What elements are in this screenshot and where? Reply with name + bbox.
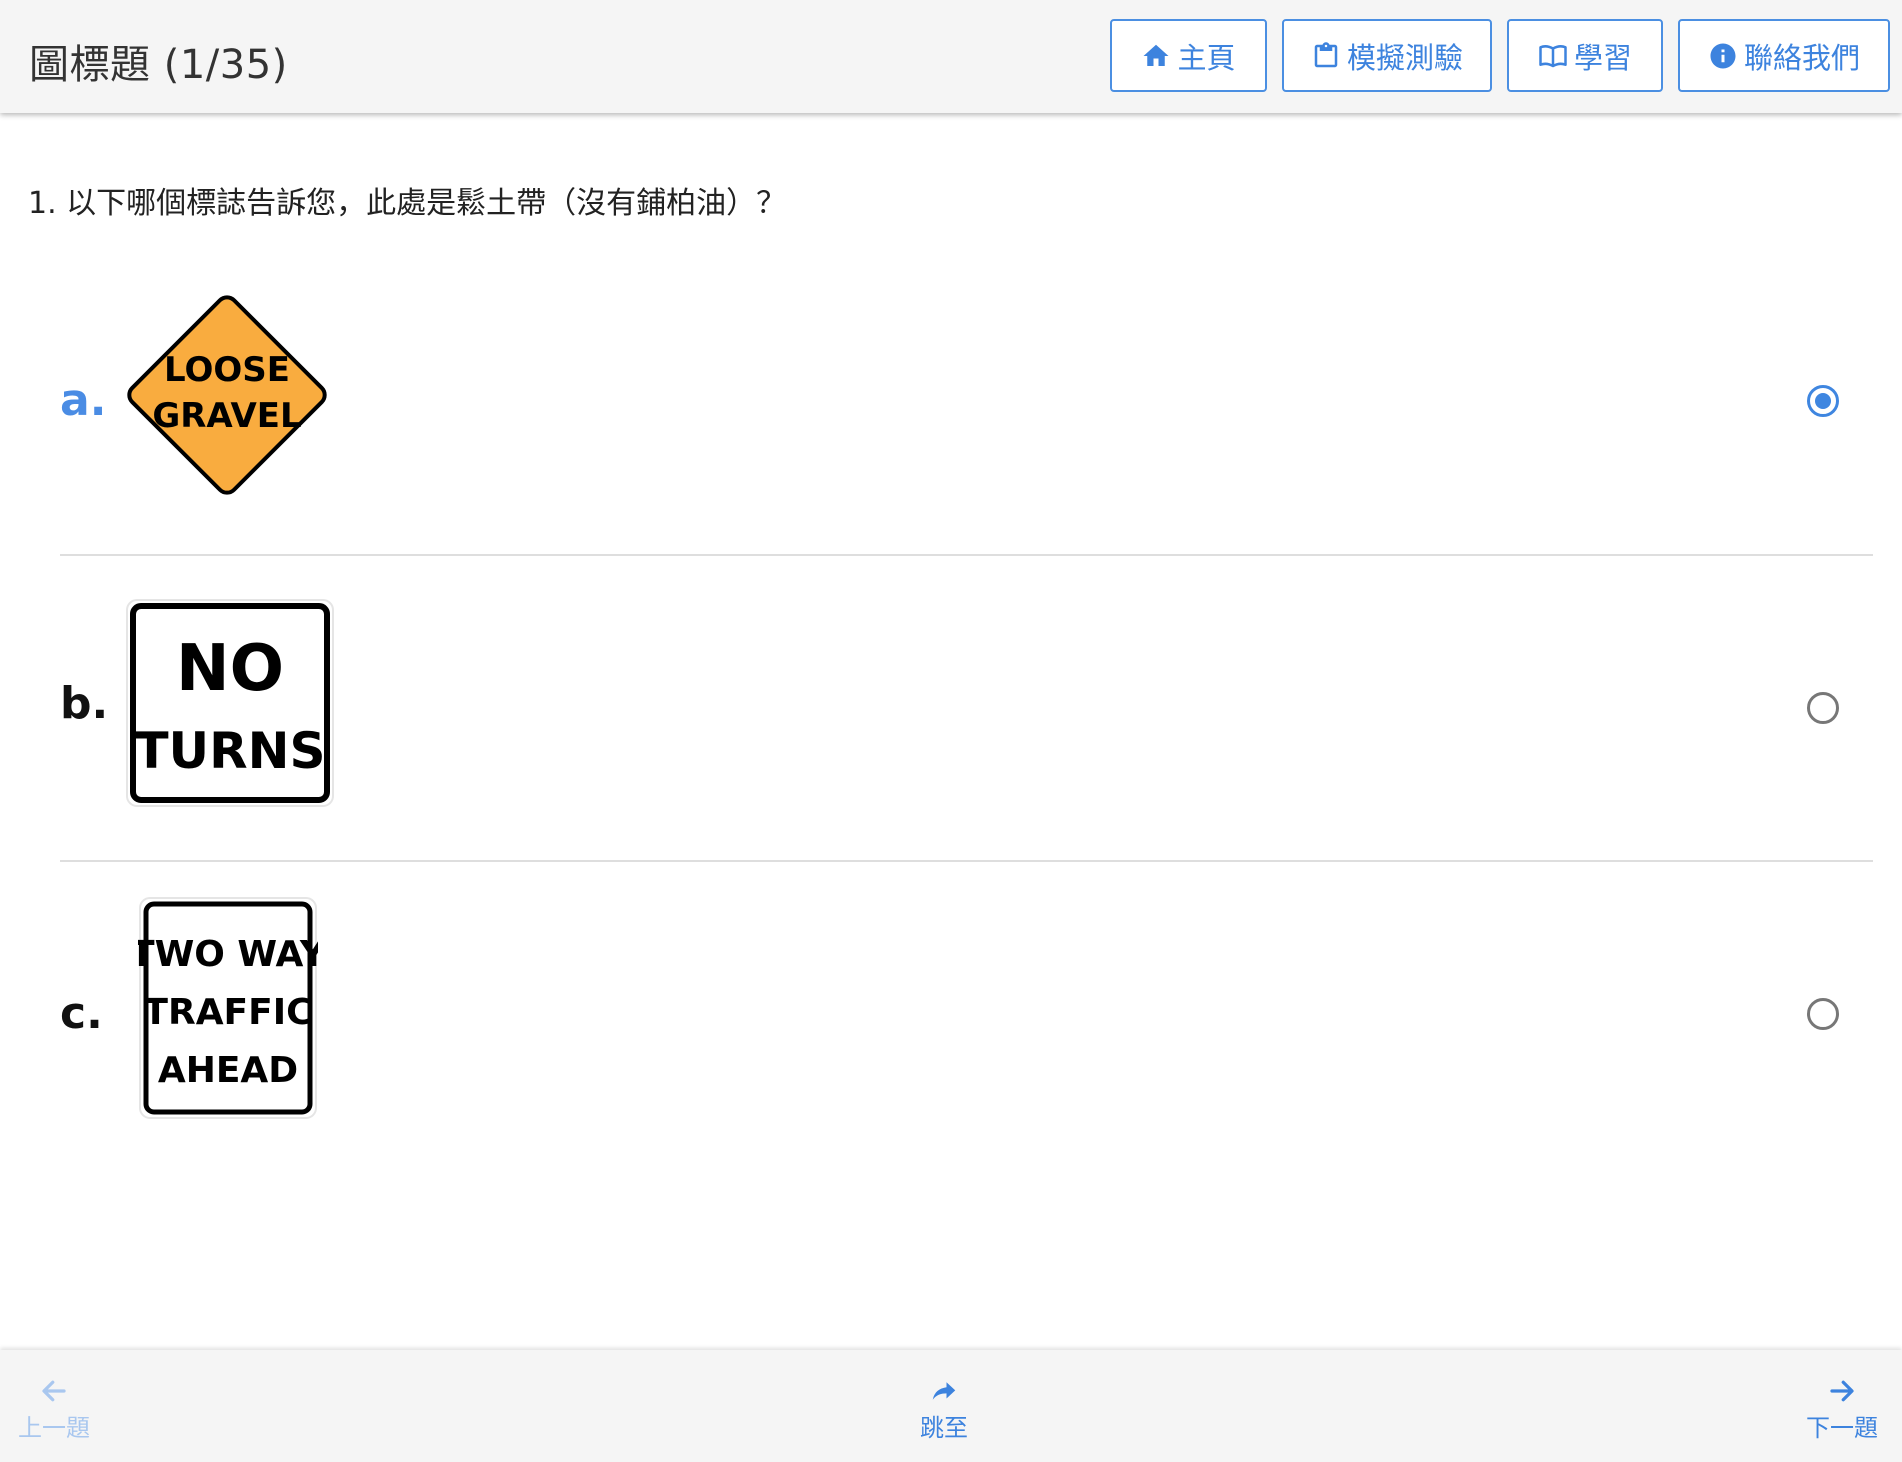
previous-question-button[interactable]: 上一題 <box>18 1376 90 1443</box>
sign-b-line-1: NO <box>176 632 284 706</box>
arrow-left-icon <box>42 1380 66 1402</box>
study-button-label: 學習 <box>1573 40 1632 75</box>
no-turns-sign: NO TURNS <box>125 598 335 812</box>
arrow-right-icon <box>1830 1380 1854 1402</box>
mock-test-button-label: 模擬測驗 <box>1346 40 1463 75</box>
mock-test-button[interactable]: 模擬測驗 <box>1282 19 1492 92</box>
sign-c-line-2: TRAFFIC <box>143 992 312 1033</box>
jump-to-label: 跳至 <box>920 1414 968 1442</box>
next-question-label: 下一題 <box>1806 1414 1878 1442</box>
sign-c-line-1: TWO WAY <box>138 934 318 975</box>
option-a[interactable]: a. LOOSE GRAVEL <box>60 255 1873 555</box>
home-icon <box>1143 44 1169 66</box>
bottom-nav: 上一題 跳至 下一題 <box>0 1350 1902 1462</box>
option-b-letter: b. <box>60 678 109 729</box>
contact-button[interactable]: 聯絡我們 <box>1678 19 1890 92</box>
sign-a-line-2: GRAVEL <box>152 396 301 436</box>
top-nav: 主頁 模擬測驗 學習 聯絡我們 <box>1110 19 1890 92</box>
option-c[interactable]: c. TWO WAY TRAFFIC AHEAD <box>60 862 1873 1162</box>
two-way-traffic-ahead-sign: TWO WAY TRAFFIC AHEAD <box>130 896 327 1124</box>
book-open-icon <box>1539 44 1567 67</box>
option-a-letter: a. <box>60 375 107 426</box>
study-button[interactable]: 學習 <box>1507 19 1663 92</box>
share-arrow-icon <box>932 1382 956 1400</box>
option-b-radio[interactable] <box>1807 692 1839 724</box>
page-title: 圖標題 (1/35) <box>29 42 288 88</box>
sign-b-line-2: TURNS <box>134 722 325 780</box>
jump-to-button[interactable]: 跳至 <box>920 1376 968 1443</box>
sign-a-line-1: LOOSE <box>164 350 290 390</box>
clipboard-icon <box>1314 41 1338 67</box>
option-a-radio[interactable] <box>1807 385 1839 417</box>
info-circle-icon <box>1710 43 1736 68</box>
top-header: 圖標題 (1/35) 主頁 模擬測驗 學習 聯絡我們 <box>0 0 1902 113</box>
home-button[interactable]: 主頁 <box>1110 19 1267 92</box>
contact-button-label: 聯絡我們 <box>1743 40 1860 75</box>
next-question-button[interactable]: 下一題 <box>1806 1376 1878 1443</box>
option-c-letter: c. <box>60 988 103 1039</box>
sign-c-line-3: AHEAD <box>158 1050 298 1091</box>
option-c-radio[interactable] <box>1807 998 1839 1030</box>
loose-gravel-sign: LOOSE GRAVEL <box>120 288 334 506</box>
previous-question-label: 上一題 <box>18 1414 90 1442</box>
question-text: 1. 以下哪個標誌告訴您，此處是鬆土帶（沒有鋪柏油）？ <box>28 186 787 221</box>
home-button-label: 主頁 <box>1177 40 1236 75</box>
option-b[interactable]: b. NO TURNS <box>60 556 1873 861</box>
